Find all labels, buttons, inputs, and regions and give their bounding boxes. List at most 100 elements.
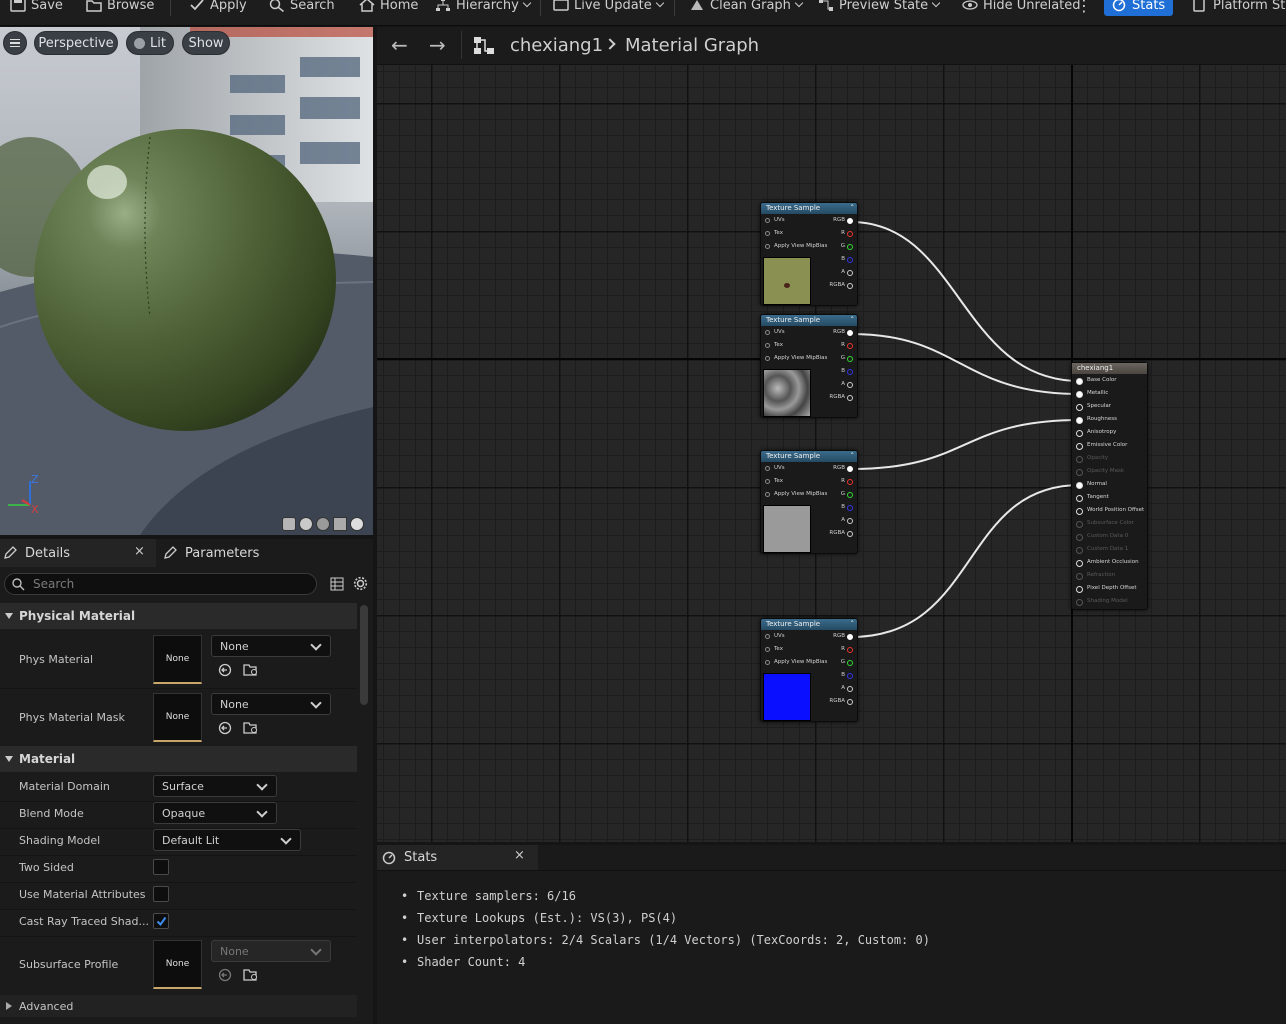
material-input-pin[interactable] xyxy=(1076,599,1083,606)
pin-mipbias[interactable] xyxy=(765,356,770,361)
texture-sample-node-1[interactable]: Texture Sample ˄ UVs RGB Tex R Apply View M… xyxy=(760,202,858,306)
material-input-pin[interactable] xyxy=(1076,547,1083,554)
browse-folder-icon[interactable] xyxy=(243,663,259,677)
save-button[interactable]: Save xyxy=(10,0,63,16)
pin-b[interactable] xyxy=(847,369,853,375)
home-button[interactable]: Home xyxy=(359,0,418,16)
cylinder-icon[interactable] xyxy=(282,517,296,531)
breadcrumb-asset[interactable]: chexiang1 xyxy=(510,35,603,56)
collapse-icon[interactable]: ˄ xyxy=(851,619,855,630)
section-physical-material[interactable]: Physical Material xyxy=(0,603,357,629)
material-input-pin[interactable] xyxy=(1076,443,1083,450)
phys-material-dropdown[interactable]: None xyxy=(211,635,331,657)
pin-r[interactable] xyxy=(847,231,853,237)
material-input-pin[interactable] xyxy=(1076,560,1083,567)
pin-rgba[interactable] xyxy=(847,699,853,705)
browse-folder-icon[interactable] xyxy=(243,968,259,982)
material-preview-viewport[interactable]: Z X Perspective Lit Show xyxy=(0,27,373,535)
pin-g[interactable] xyxy=(847,492,853,498)
pin-tex[interactable] xyxy=(765,479,770,484)
table-view-icon[interactable] xyxy=(330,577,344,591)
use-selected-icon[interactable] xyxy=(218,721,232,735)
pin-r[interactable] xyxy=(847,479,853,485)
pin-a[interactable] xyxy=(847,686,853,692)
texture-sample-node-3[interactable]: Texture Sample ˄ UVs RGB Tex R Apply View M… xyxy=(760,450,858,554)
pin-uvs[interactable] xyxy=(765,634,770,639)
material-input-pin[interactable] xyxy=(1076,495,1083,502)
pin-uvs[interactable] xyxy=(765,218,770,223)
blend-mode-dropdown[interactable]: Opaque xyxy=(153,802,277,824)
live-update-button[interactable]: Live Update xyxy=(553,0,665,16)
more-options-icon[interactable]: ⋮ xyxy=(1076,0,1092,16)
custom-mesh-icon[interactable] xyxy=(350,517,364,531)
collapse-icon[interactable]: ˄ xyxy=(851,451,855,462)
browse-button[interactable]: Browse xyxy=(86,0,154,16)
advanced-row[interactable]: Advanced xyxy=(0,995,357,1017)
stats-toggle-button[interactable]: Stats xyxy=(1104,0,1173,16)
pin-rgb[interactable] xyxy=(847,466,853,472)
show-button[interactable]: Show xyxy=(182,31,230,55)
sphere-icon[interactable] xyxy=(299,517,313,531)
pin-rgb[interactable] xyxy=(847,218,853,224)
pin-r[interactable] xyxy=(847,343,853,349)
texture-sample-node-2[interactable]: Texture Sample ˄ UVs RGB Tex R Apply View M… xyxy=(760,314,858,418)
material-input-pin[interactable] xyxy=(1076,521,1083,528)
pin-mipbias[interactable] xyxy=(765,492,770,497)
material-input-pin[interactable] xyxy=(1076,508,1083,515)
section-material[interactable]: Material xyxy=(0,746,357,772)
tab-details[interactable]: Details xyxy=(3,539,70,567)
pin-tex[interactable] xyxy=(765,343,770,348)
pin-uvs[interactable] xyxy=(765,330,770,335)
texture-sample-node-4[interactable]: Texture Sample ˄ UVs RGB Tex R Apply View M… xyxy=(760,618,858,722)
hierarchy-button[interactable]: Hierarchy xyxy=(435,0,532,16)
perspective-button[interactable]: Perspective xyxy=(34,31,118,55)
pin-b[interactable] xyxy=(847,673,853,679)
clean-graph-button[interactable]: Clean Graph xyxy=(689,0,804,16)
subsurface-profile-thumbnail[interactable]: None xyxy=(153,940,202,989)
use-selected-icon[interactable] xyxy=(218,968,232,982)
collapse-icon[interactable]: ˄ xyxy=(851,203,855,214)
pin-rgba[interactable] xyxy=(847,531,853,537)
hide-unrelated-button[interactable]: Hide Unrelated xyxy=(962,0,1081,16)
pin-b[interactable] xyxy=(847,505,853,511)
use-material-attributes-checkbox[interactable] xyxy=(153,886,169,902)
lit-button[interactable]: Lit xyxy=(126,31,174,55)
preview-state-button[interactable]: Preview State xyxy=(818,0,941,16)
search-button[interactable]: Search xyxy=(269,0,335,16)
cast-ray-traced-shadows-checkbox[interactable] xyxy=(153,913,169,929)
tab-parameters[interactable]: Parameters xyxy=(163,539,259,567)
material-result-node[interactable]: chexiang1 Base Color Metallic Specular Roug… xyxy=(1071,362,1148,610)
material-input-pin[interactable] xyxy=(1076,378,1083,385)
material-input-pin[interactable] xyxy=(1076,417,1083,424)
two-sided-checkbox[interactable] xyxy=(153,859,169,875)
pin-mipbias[interactable] xyxy=(765,660,770,665)
pin-rgb[interactable] xyxy=(847,330,853,336)
pin-b[interactable] xyxy=(847,257,853,263)
material-input-pin[interactable] xyxy=(1076,573,1083,580)
pin-rgba[interactable] xyxy=(847,395,853,401)
phys-mask-dropdown[interactable]: None xyxy=(211,693,331,715)
pin-tex[interactable] xyxy=(765,647,770,652)
plane-icon[interactable] xyxy=(316,517,330,531)
phys-material-thumbnail[interactable]: None xyxy=(153,635,202,684)
material-input-pin[interactable] xyxy=(1076,534,1083,541)
material-input-pin[interactable] xyxy=(1076,404,1083,411)
platform-stats-button[interactable]: Platform Sta xyxy=(1192,0,1286,16)
close-icon[interactable]: × xyxy=(514,848,525,863)
pin-g[interactable] xyxy=(847,356,853,362)
subsurface-profile-dropdown[interactable]: None xyxy=(211,940,331,962)
pin-g[interactable] xyxy=(847,244,853,250)
shading-model-dropdown[interactable]: Default Lit xyxy=(153,829,301,851)
material-input-pin[interactable] xyxy=(1076,391,1083,398)
details-scrollbar[interactable] xyxy=(360,605,368,705)
pin-rgb[interactable] xyxy=(847,634,853,640)
forward-arrow-icon[interactable]: → xyxy=(429,33,446,57)
pin-uvs[interactable] xyxy=(765,466,770,471)
details-search-box[interactable]: Search xyxy=(4,573,317,595)
pin-mipbias[interactable] xyxy=(765,244,770,249)
browse-folder-icon[interactable] xyxy=(243,721,259,735)
material-input-pin[interactable] xyxy=(1076,469,1083,476)
apply-button[interactable]: Apply xyxy=(189,0,247,16)
viewport-menu-button[interactable] xyxy=(3,31,27,55)
use-selected-icon[interactable] xyxy=(218,663,232,677)
